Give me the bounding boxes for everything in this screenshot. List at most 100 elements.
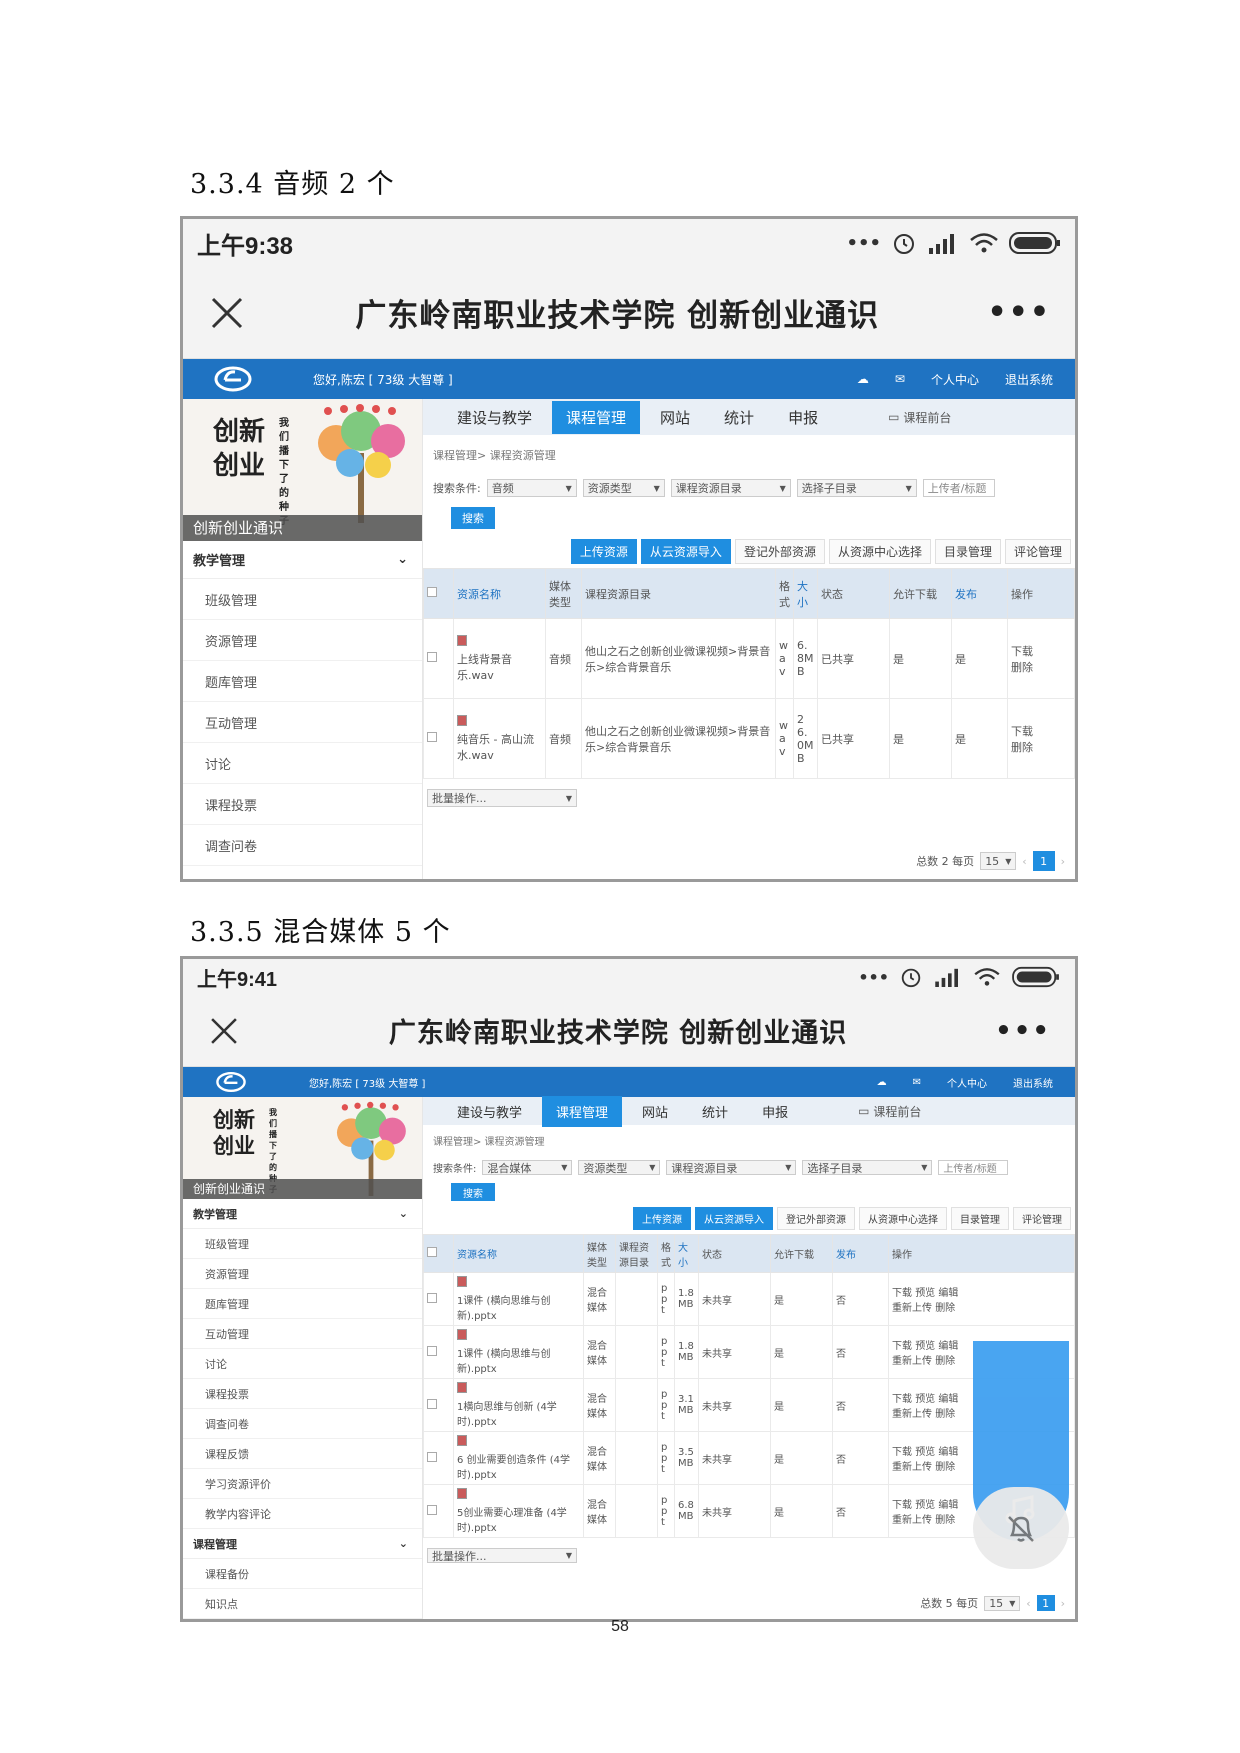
- close-icon[interactable]: [207, 1014, 241, 1048]
- subdir-select[interactable]: 选择子目录 ▼: [802, 1160, 933, 1175]
- checkbox[interactable]: [427, 1345, 437, 1356]
- row-check-cell[interactable]: [423, 1378, 454, 1432]
- resource-type-select[interactable]: 资源类型 ▼: [578, 1160, 661, 1175]
- dir-manage-button[interactable]: 目录管理: [934, 539, 1001, 564]
- register-external-button[interactable]: 登记外部资源: [777, 1207, 855, 1230]
- dir-manage-button[interactable]: 目录管理: [951, 1207, 1009, 1230]
- sidebar-item-question-bank[interactable]: 题库管理: [183, 661, 422, 702]
- checkbox[interactable]: [427, 1451, 437, 1462]
- col-publish[interactable]: 发布: [832, 1234, 889, 1273]
- reupload-link[interactable]: 重新上传: [892, 1409, 932, 1420]
- tab-website[interactable]: 网站: [646, 401, 704, 434]
- download-link[interactable]: 下载: [892, 1447, 912, 1458]
- tab-build-teach[interactable]: 建设与教学: [443, 401, 546, 434]
- reupload-link[interactable]: 重新上传: [892, 1462, 932, 1473]
- sidebar-item-feedback[interactable]: 课程反馈: [183, 1439, 422, 1469]
- tab-statistics[interactable]: 统计: [688, 1096, 742, 1127]
- checkbox[interactable]: [427, 652, 437, 662]
- close-icon[interactable]: [207, 293, 247, 333]
- cloud-icon[interactable]: ☁: [849, 372, 877, 386]
- tab-statistics[interactable]: 统计: [710, 401, 768, 434]
- col-publish[interactable]: 发布: [951, 568, 1008, 619]
- col-name[interactable]: 资源名称: [453, 568, 546, 619]
- menu-section-teaching[interactable]: 教学管理 ⌄: [183, 541, 422, 579]
- sidebar-item-class[interactable]: 班级管理: [183, 579, 422, 620]
- mail-icon[interactable]: ✉: [887, 372, 913, 386]
- register-external-button[interactable]: 登记外部资源: [734, 539, 825, 564]
- page-button[interactable]: 1: [1032, 851, 1055, 871]
- page-size-select[interactable]: 15 ▼: [984, 1595, 1021, 1611]
- preview-link[interactable]: 预览: [915, 1500, 935, 1511]
- sidebar-item-survey[interactable]: 调查问卷: [183, 825, 422, 866]
- resource-name-cell[interactable]: 1课件 (横向思维与创新).pptx: [453, 1325, 584, 1379]
- sidebar-item-resource[interactable]: 资源管理: [183, 620, 422, 661]
- edit-link[interactable]: 编辑: [938, 1394, 958, 1405]
- reupload-link[interactable]: 重新上传: [892, 1515, 932, 1526]
- delete-link[interactable]: 删除: [935, 1515, 955, 1526]
- resource-type-select[interactable]: 资源类型 ▼: [582, 479, 665, 497]
- download-link[interactable]: 下载: [892, 1500, 912, 1511]
- col-size[interactable]: 大小: [674, 1234, 699, 1273]
- sidebar-item-vote[interactable]: 课程投票: [183, 1379, 422, 1409]
- mail-icon[interactable]: ✉: [905, 1077, 929, 1088]
- reupload-link[interactable]: 重新上传: [892, 1356, 932, 1367]
- import-cloud-button[interactable]: 从云资源导入: [640, 539, 731, 564]
- preview-link[interactable]: 预览: [915, 1447, 935, 1458]
- sidebar-item-survey[interactable]: 调查问卷: [183, 1409, 422, 1439]
- delete-link[interactable]: 删除: [935, 1462, 955, 1473]
- sidebar-item-question-bank[interactable]: 题库管理: [183, 1289, 422, 1319]
- more-menu-icon[interactable]: •••: [987, 295, 1051, 330]
- delete-link[interactable]: 删除: [1011, 739, 1071, 755]
- checkbox[interactable]: [427, 1504, 437, 1515]
- resource-name-cell[interactable]: 5创业需要心理准备 (4学时).pptx: [453, 1484, 584, 1538]
- sidebar-item-backup[interactable]: 课程备份: [183, 1559, 422, 1589]
- tab-website[interactable]: 网站: [628, 1096, 682, 1127]
- delete-link[interactable]: 删除: [935, 1356, 955, 1367]
- preview-link[interactable]: 预览: [915, 1394, 935, 1405]
- bell-off-icon[interactable]: [1004, 1513, 1038, 1543]
- tab-declare[interactable]: 申报: [748, 1096, 802, 1127]
- sidebar-item-resource-eval[interactable]: 学习资源评价: [183, 1469, 422, 1499]
- checkbox[interactable]: [427, 732, 437, 742]
- resource-name[interactable]: 上线背景音乐.wav: [457, 653, 512, 682]
- batch-select[interactable]: 批量操作... ▼: [427, 789, 577, 807]
- import-cloud-button[interactable]: 从云资源导入: [695, 1207, 773, 1230]
- sidebar-item-vote[interactable]: 课程投票: [183, 784, 422, 825]
- menu-section-teaching[interactable]: 教学管理 ⌄: [183, 1199, 422, 1229]
- row-check-cell[interactable]: [423, 698, 454, 779]
- search-button[interactable]: 搜索: [451, 507, 495, 529]
- media-type-select[interactable]: 音频 ▼: [486, 479, 577, 497]
- row-check-cell[interactable]: [423, 1484, 454, 1538]
- resource-name-cell[interactable]: 6 创业需要创造条件 (4学时).pptx: [453, 1431, 584, 1485]
- checkbox[interactable]: [427, 1398, 437, 1409]
- sidebar-item-interaction[interactable]: 互动管理: [183, 702, 422, 743]
- edit-link[interactable]: 编辑: [938, 1288, 958, 1299]
- reupload-link[interactable]: 重新上传: [892, 1303, 932, 1314]
- course-front-link[interactable]: ▭ 课程前台: [858, 1103, 921, 1120]
- sidebar-item-content-comment[interactable]: 教学内容评论: [183, 1499, 422, 1529]
- upload-resource-button[interactable]: 上传资源: [633, 1207, 691, 1230]
- sidebar-item-discussion[interactable]: 讨论: [183, 743, 422, 784]
- logout-link[interactable]: 退出系统: [997, 371, 1061, 388]
- sidebar-item-interaction[interactable]: 互动管理: [183, 1319, 422, 1349]
- row-check-cell[interactable]: [423, 618, 454, 699]
- upload-resource-button[interactable]: 上传资源: [570, 539, 637, 564]
- resource-name[interactable]: 1横向思维与创新 (4学时).pptx: [457, 1402, 557, 1428]
- prev-page-icon[interactable]: ‹: [1026, 1597, 1030, 1610]
- comment-manage-button[interactable]: 评论管理: [1013, 1207, 1071, 1230]
- search-button[interactable]: 搜索: [451, 1183, 495, 1201]
- cloud-icon[interactable]: ☁: [869, 1077, 895, 1088]
- more-menu-icon[interactable]: •••: [995, 1016, 1051, 1046]
- comment-manage-button[interactable]: 评论管理: [1004, 539, 1071, 564]
- resource-name-cell[interactable]: 上线背景音乐.wav: [453, 618, 546, 699]
- col-size[interactable]: 大小: [793, 568, 818, 619]
- personal-center-link[interactable]: 个人中心: [923, 371, 987, 388]
- tab-course-manage[interactable]: 课程管理: [542, 1095, 623, 1127]
- edit-link[interactable]: 编辑: [938, 1500, 958, 1511]
- download-link[interactable]: 下载: [1011, 643, 1071, 659]
- row-check-cell[interactable]: [423, 1272, 454, 1326]
- checkbox[interactable]: [427, 1247, 437, 1257]
- delete-link[interactable]: 删除: [1011, 659, 1071, 675]
- tab-course-manage[interactable]: 课程管理: [552, 400, 641, 434]
- batch-select[interactable]: 批量操作... ▼: [427, 1548, 577, 1563]
